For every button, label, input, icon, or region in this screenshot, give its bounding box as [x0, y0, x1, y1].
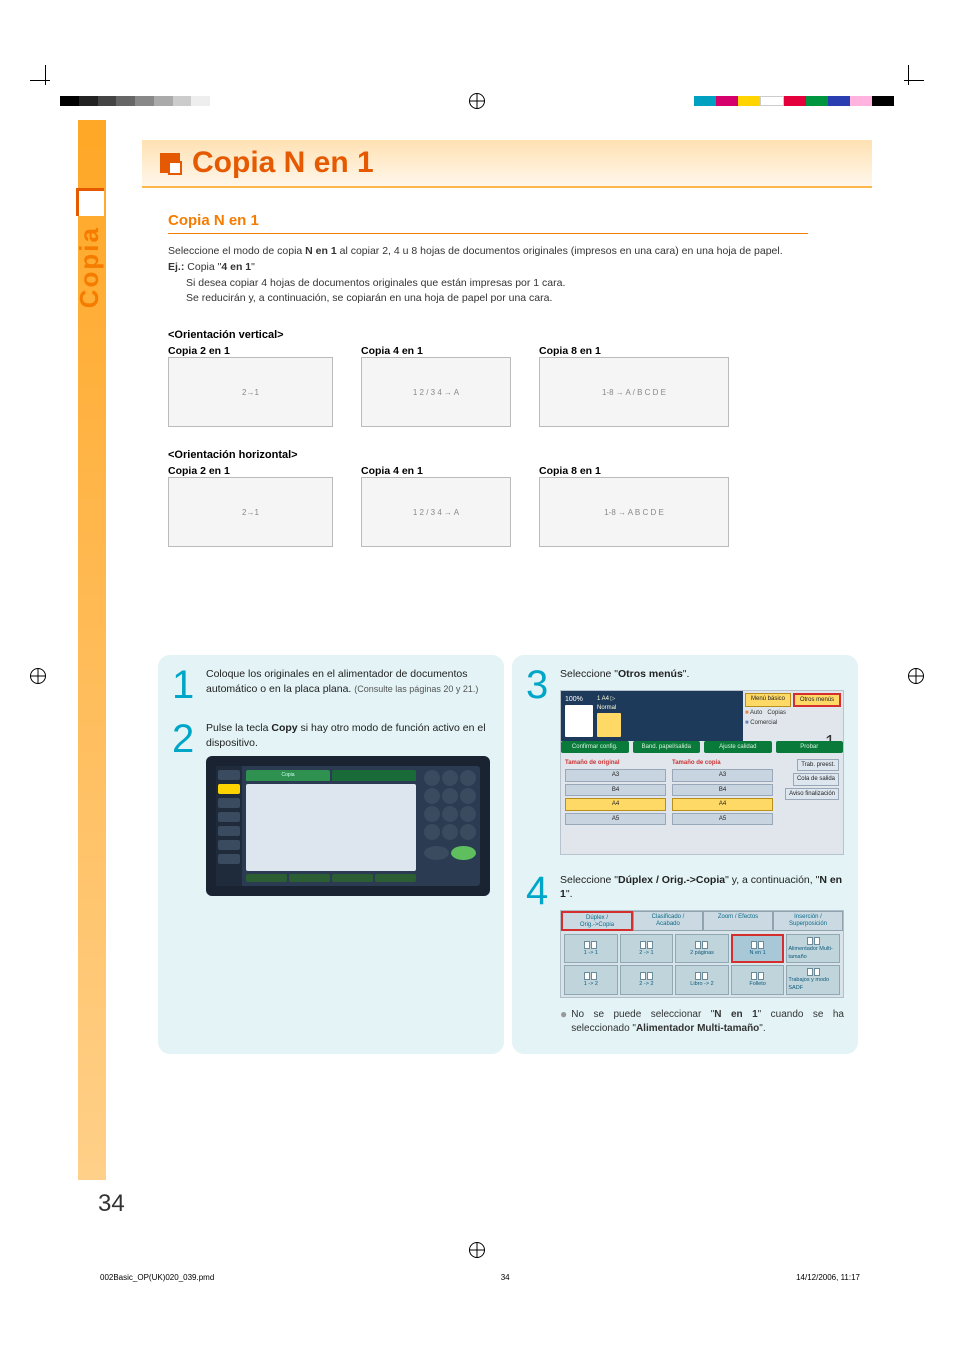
- diagram-2in1-horizontal: 2→1: [168, 477, 333, 547]
- size-option[interactable]: A3: [672, 769, 773, 781]
- probar-button[interactable]: Probar: [776, 741, 844, 753]
- registration-mark-icon: [469, 93, 485, 109]
- device-panel-screenshot: Copia: [206, 756, 490, 896]
- zoom-value: 100%: [565, 695, 593, 705]
- diagram-8in1-vertical: 1-8 → A / B C D E: [539, 357, 729, 427]
- diagram-row-vertical: Copia 2 en 1 2→1 Copia 4 en 1 1 2 / 3 4 …: [168, 345, 848, 427]
- copy-mode-button[interactable]: [218, 784, 240, 794]
- duplex-option[interactable]: Folleto: [731, 965, 785, 994]
- diagram-2in1-vertical: 2→1: [168, 357, 333, 427]
- copy-4-label-h: Copia 4 en 1: [361, 465, 511, 477]
- copy-8-label: Copia 8 en 1: [539, 345, 729, 357]
- step-ref: (Consulte las páginas 20 y 21.): [354, 684, 478, 694]
- diagram-4in1-vertical: 1 2 / 3 4 → A: [361, 357, 511, 427]
- section-heading: Copia N en 1: [168, 212, 848, 229]
- step-number: 4: [526, 873, 554, 1036]
- band-papel-button[interactable]: Band. papel/salida: [633, 741, 701, 753]
- duplex-option[interactable]: 2 -> 2: [620, 965, 674, 994]
- title-icon: [160, 153, 180, 173]
- copy-2-label: Copia 2 en 1: [168, 345, 333, 357]
- finish-notice-button[interactable]: Aviso finalización: [785, 788, 839, 800]
- screen4-tab[interactable]: Inserción /Superposición: [773, 911, 843, 931]
- orientation-horizontal: <Orientación horizontal>: [168, 449, 848, 461]
- screen4-tab[interactable]: Clasificado /Acabado: [633, 911, 703, 931]
- touch-screen-basic-menu: 100% 1 A4 ▷ Normal: [560, 690, 844, 855]
- page-title-bar: Copia N en 1: [142, 140, 872, 188]
- output-queue-button[interactable]: Cola de salida: [793, 773, 839, 785]
- step-2: 2 Pulse la tecla Copy si hay otro modo d…: [172, 721, 490, 896]
- duplex-option[interactable]: 2 -> 1: [620, 934, 674, 963]
- screen4-tabs: Dúplex /Orig.->CopiaClasificado /Acabado…: [561, 911, 843, 931]
- footer-date: 14/12/2006, 11:17: [796, 1273, 860, 1282]
- diagram-4in1-horizontal: 1 2 / 3 4 → A: [361, 477, 511, 547]
- diagram-row-horizontal: Copia 2 en 1 2→1 Copia 4 en 1 1 2 / 3 4 …: [168, 465, 848, 547]
- size-option[interactable]: A5: [565, 813, 666, 825]
- step-number: 2: [172, 721, 200, 896]
- diagram-8in1-horizontal: 1-8 → A B C D E: [539, 477, 729, 547]
- registration-bar: [0, 94, 954, 108]
- step-number: 3: [526, 667, 554, 855]
- content: Copia N en 1 Seleccione el modo de copia…: [168, 212, 848, 547]
- chapter-label: Copia: [74, 226, 105, 308]
- footer-page: 34: [501, 1273, 510, 1282]
- size-option-selected[interactable]: A4: [672, 798, 773, 810]
- orientation-vertical: <Orientación vertical>: [168, 329, 848, 341]
- crop-mark-icon: [894, 65, 924, 95]
- step-number: 1: [172, 667, 200, 703]
- size-option[interactable]: A5: [672, 813, 773, 825]
- print-footer: 002Basic_OP(UK)020_039.pmd 34 14/12/2006…: [100, 1273, 860, 1282]
- crop-mark-icon: [30, 65, 60, 95]
- duplex-option[interactable]: Trabajos y modo SADF: [786, 965, 840, 994]
- size-option-selected[interactable]: A4: [565, 798, 666, 810]
- page-number: 34: [98, 1190, 125, 1218]
- panel-mode-buttons: [216, 766, 242, 886]
- duplex-option[interactable]: Alimentador Multi-tamaño: [786, 934, 840, 963]
- preset-job-button[interactable]: Trab. preest.: [797, 759, 839, 771]
- duplex-option[interactable]: Libro -> 2: [675, 965, 729, 994]
- size-option[interactable]: A3: [565, 769, 666, 781]
- chapter-tab-icon: [76, 188, 104, 216]
- otros-menus-tab[interactable]: Otros menús: [793, 693, 841, 707]
- duplex-option[interactable]: 1 -> 1: [564, 934, 618, 963]
- steps-area: 1 Coloque los originales en el alimentad…: [158, 655, 858, 1054]
- step-3: 3 Seleccione "Otros menús". 100% 1 A: [526, 667, 844, 855]
- touch-screen-duplex-menu: Dúplex /Orig.->CopiaClasificado /Acabado…: [560, 910, 844, 998]
- copy-size-list: Tamaño de copia A3 B4 A4 A5: [672, 759, 773, 825]
- copy-2-label-h: Copia 2 en 1: [168, 465, 333, 477]
- registration-mark-icon: [469, 1242, 485, 1258]
- page-title: Copia N en 1: [192, 146, 374, 180]
- step-note: ● No se puede seleccionar "N en 1" cuand…: [560, 1008, 844, 1036]
- page-content: Copia Copia N en 1 Copia N en 1 Seleccio…: [78, 120, 878, 1230]
- copy-8-label-h: Copia 8 en 1: [539, 465, 729, 477]
- step-4: 4 Seleccione "Dúplex / Orig.->Copia" y, …: [526, 873, 844, 1036]
- steps-col-left: 1 Coloque los originales en el alimentad…: [158, 655, 504, 1054]
- size-option[interactable]: B4: [672, 784, 773, 796]
- menu-basico-tab[interactable]: Menú básico: [745, 693, 791, 707]
- start-button[interactable]: [451, 846, 476, 860]
- divider: [168, 233, 808, 234]
- steps-col-right: 3 Seleccione "Otros menús". 100% 1 A: [512, 655, 858, 1054]
- ajuste-calidad-button[interactable]: Ajuste calidad: [704, 741, 772, 753]
- bullet-icon: ●: [560, 1008, 567, 1036]
- size-option[interactable]: B4: [565, 784, 666, 796]
- intro-text: Seleccione el modo de copia N en 1 al co…: [168, 244, 848, 307]
- screen4-tab[interactable]: Zoom / Efectos: [703, 911, 773, 931]
- registration-mark-icon: [908, 668, 924, 684]
- numeric-keypad[interactable]: [424, 770, 476, 840]
- n-en-1-option[interactable]: N en 1: [731, 934, 785, 963]
- registration-mark-icon: [30, 668, 46, 684]
- duplex-option[interactable]: 1 -> 2: [564, 965, 618, 994]
- footer-file: 002Basic_OP(UK)020_039.pmd: [100, 1273, 214, 1282]
- screen4-tab[interactable]: Dúplex /Orig.->Copia: [561, 911, 633, 931]
- original-size-list: Tamaño de original A3 B4 A4 A5: [565, 759, 666, 825]
- screen4-grid: 1 -> 12 -> 12 páginasN en 1Alimentador M…: [561, 931, 843, 998]
- copy-4-label: Copia 4 en 1: [361, 345, 511, 357]
- step-1: 1 Coloque los originales en el alimentad…: [172, 667, 490, 703]
- duplex-option[interactable]: 2 páginas: [675, 934, 729, 963]
- confirm-config-button[interactable]: Confirmar config.: [561, 741, 629, 753]
